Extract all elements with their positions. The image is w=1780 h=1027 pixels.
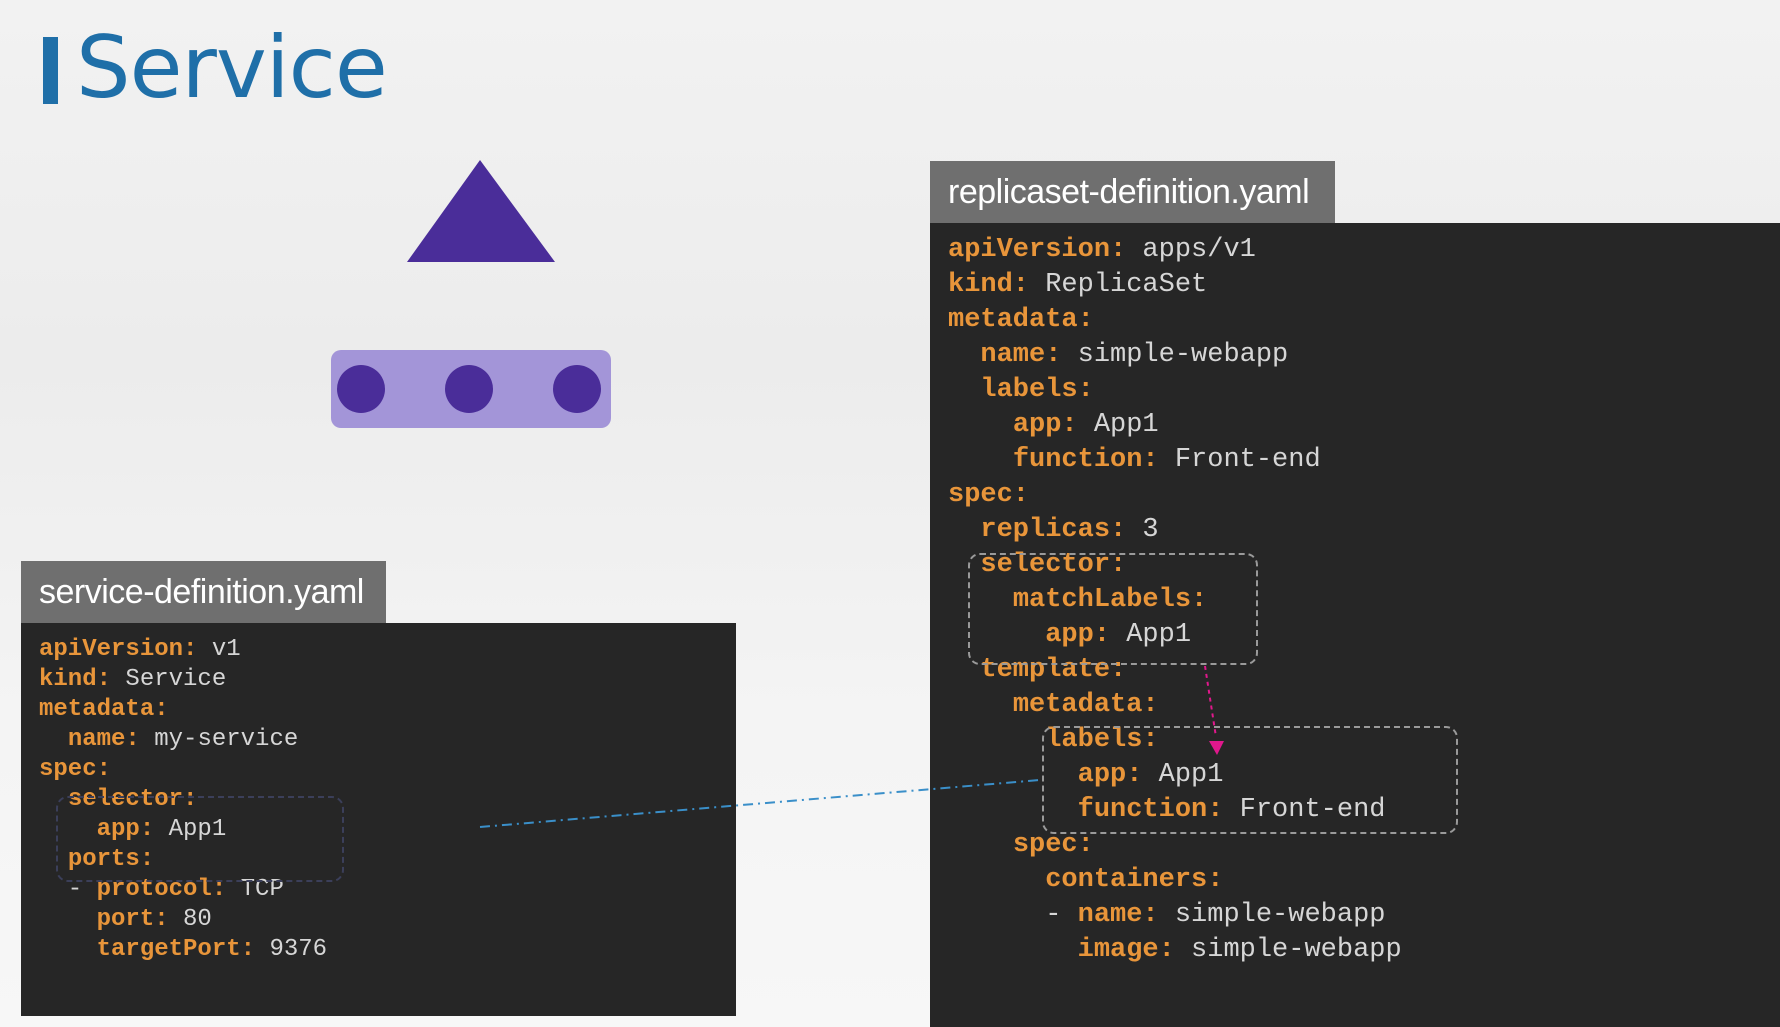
yaml-value: 80 bbox=[168, 906, 212, 933]
yaml-indent bbox=[39, 906, 97, 933]
yaml-line: spec: bbox=[39, 753, 111, 787]
yaml-line: - name: simple-webapp bbox=[948, 898, 1385, 933]
service-file-tab[interactable]: service-definition.yaml bbox=[21, 561, 386, 623]
yaml-key: apiVersion: bbox=[39, 636, 198, 663]
yaml-indent bbox=[948, 690, 1013, 720]
replicaset-file-tab[interactable]: replicaset-definition.yaml bbox=[930, 161, 1336, 223]
yaml-key: metadata: bbox=[39, 696, 169, 723]
yaml-key: name: bbox=[980, 340, 1062, 370]
yaml-key: spec: bbox=[948, 480, 1030, 510]
yaml-line: apiVersion: apps/v1 bbox=[948, 233, 1256, 268]
yaml-indent bbox=[948, 340, 980, 370]
yaml-value: App1 bbox=[1077, 410, 1159, 440]
yaml-key: name: bbox=[67, 726, 140, 753]
yaml-indent bbox=[39, 936, 97, 963]
yaml-key: kind: bbox=[39, 666, 112, 693]
yaml-line: image: simple-webapp bbox=[948, 933, 1402, 968]
yaml-line: containers: bbox=[948, 863, 1223, 898]
yaml-line: replicas: 3 bbox=[948, 513, 1159, 548]
yaml-key: labels: bbox=[980, 375, 1094, 405]
yaml-line: kind: ReplicaSet bbox=[948, 268, 1207, 303]
yaml-line: function: Front-end bbox=[948, 443, 1321, 478]
yaml-indent bbox=[948, 410, 1013, 440]
yaml-indent bbox=[948, 725, 1045, 755]
yaml-line: spec: bbox=[948, 478, 1029, 513]
yaml-key: replicas: bbox=[980, 515, 1127, 545]
yaml-key: function: bbox=[1012, 445, 1159, 475]
yaml-value: 3 bbox=[1126, 515, 1159, 545]
pod-icon bbox=[553, 365, 601, 413]
title-accent-bar bbox=[43, 37, 58, 104]
yaml-key: spec: bbox=[39, 756, 112, 783]
template-labels-highlight bbox=[1042, 726, 1458, 834]
yaml-indent bbox=[39, 726, 68, 753]
yaml-value: my-service bbox=[139, 726, 299, 753]
yaml-key: kind: bbox=[948, 270, 1030, 300]
yaml-indent bbox=[948, 515, 980, 545]
yaml-line: app: App1 bbox=[948, 408, 1159, 443]
yaml-line: name: simple-webapp bbox=[948, 338, 1288, 373]
yaml-indent bbox=[948, 865, 1045, 895]
service-selector-highlight bbox=[56, 796, 344, 882]
yaml-key: port: bbox=[96, 906, 169, 933]
yaml-key: metadata: bbox=[1012, 690, 1159, 720]
yaml-value: v1 bbox=[197, 636, 241, 663]
pod-icon bbox=[445, 365, 493, 413]
yaml-line: labels: bbox=[948, 373, 1094, 408]
yaml-value: simple-webapp bbox=[1174, 935, 1402, 965]
yaml-key: spec: bbox=[1012, 830, 1094, 860]
yaml-indent bbox=[948, 830, 1013, 860]
yaml-indent bbox=[948, 935, 1078, 965]
pod-icon bbox=[337, 365, 385, 413]
page-title: Service bbox=[76, 18, 388, 118]
yaml-line: metadata: bbox=[948, 688, 1159, 723]
yaml-key: image: bbox=[1077, 935, 1175, 965]
yaml-line: metadata: bbox=[948, 303, 1094, 338]
yaml-key: name: bbox=[1077, 900, 1159, 930]
yaml-line: kind: Service bbox=[39, 663, 226, 697]
yaml-line: port: 80 bbox=[39, 903, 212, 937]
yaml-value: simple-webapp bbox=[1158, 900, 1386, 930]
yaml-value: simple-webapp bbox=[1061, 340, 1289, 370]
yaml-line: metadata: bbox=[39, 693, 169, 727]
yaml-line: apiVersion: v1 bbox=[39, 633, 241, 667]
yaml-indent bbox=[948, 375, 980, 405]
yaml-value: ReplicaSet bbox=[1029, 270, 1208, 300]
yaml-line: name: my-service bbox=[39, 723, 298, 757]
yaml-key: targetPort: bbox=[96, 936, 256, 963]
yaml-key: metadata: bbox=[948, 305, 1094, 335]
yaml-key: containers: bbox=[1045, 865, 1224, 895]
yaml-key: apiVersion: bbox=[948, 235, 1127, 265]
yaml-value: apps/v1 bbox=[1126, 235, 1256, 265]
yaml-indent: - bbox=[948, 900, 1078, 930]
yaml-value: Front-end bbox=[1158, 445, 1321, 475]
triangle-icon bbox=[407, 160, 555, 262]
yaml-indent bbox=[948, 445, 1013, 475]
yaml-value: Service bbox=[111, 666, 227, 693]
replicaset-selector-highlight bbox=[968, 553, 1258, 665]
yaml-line: targetPort: 9376 bbox=[39, 933, 327, 967]
yaml-key: app: bbox=[1012, 410, 1078, 440]
yaml-value: 9376 bbox=[255, 936, 328, 963]
